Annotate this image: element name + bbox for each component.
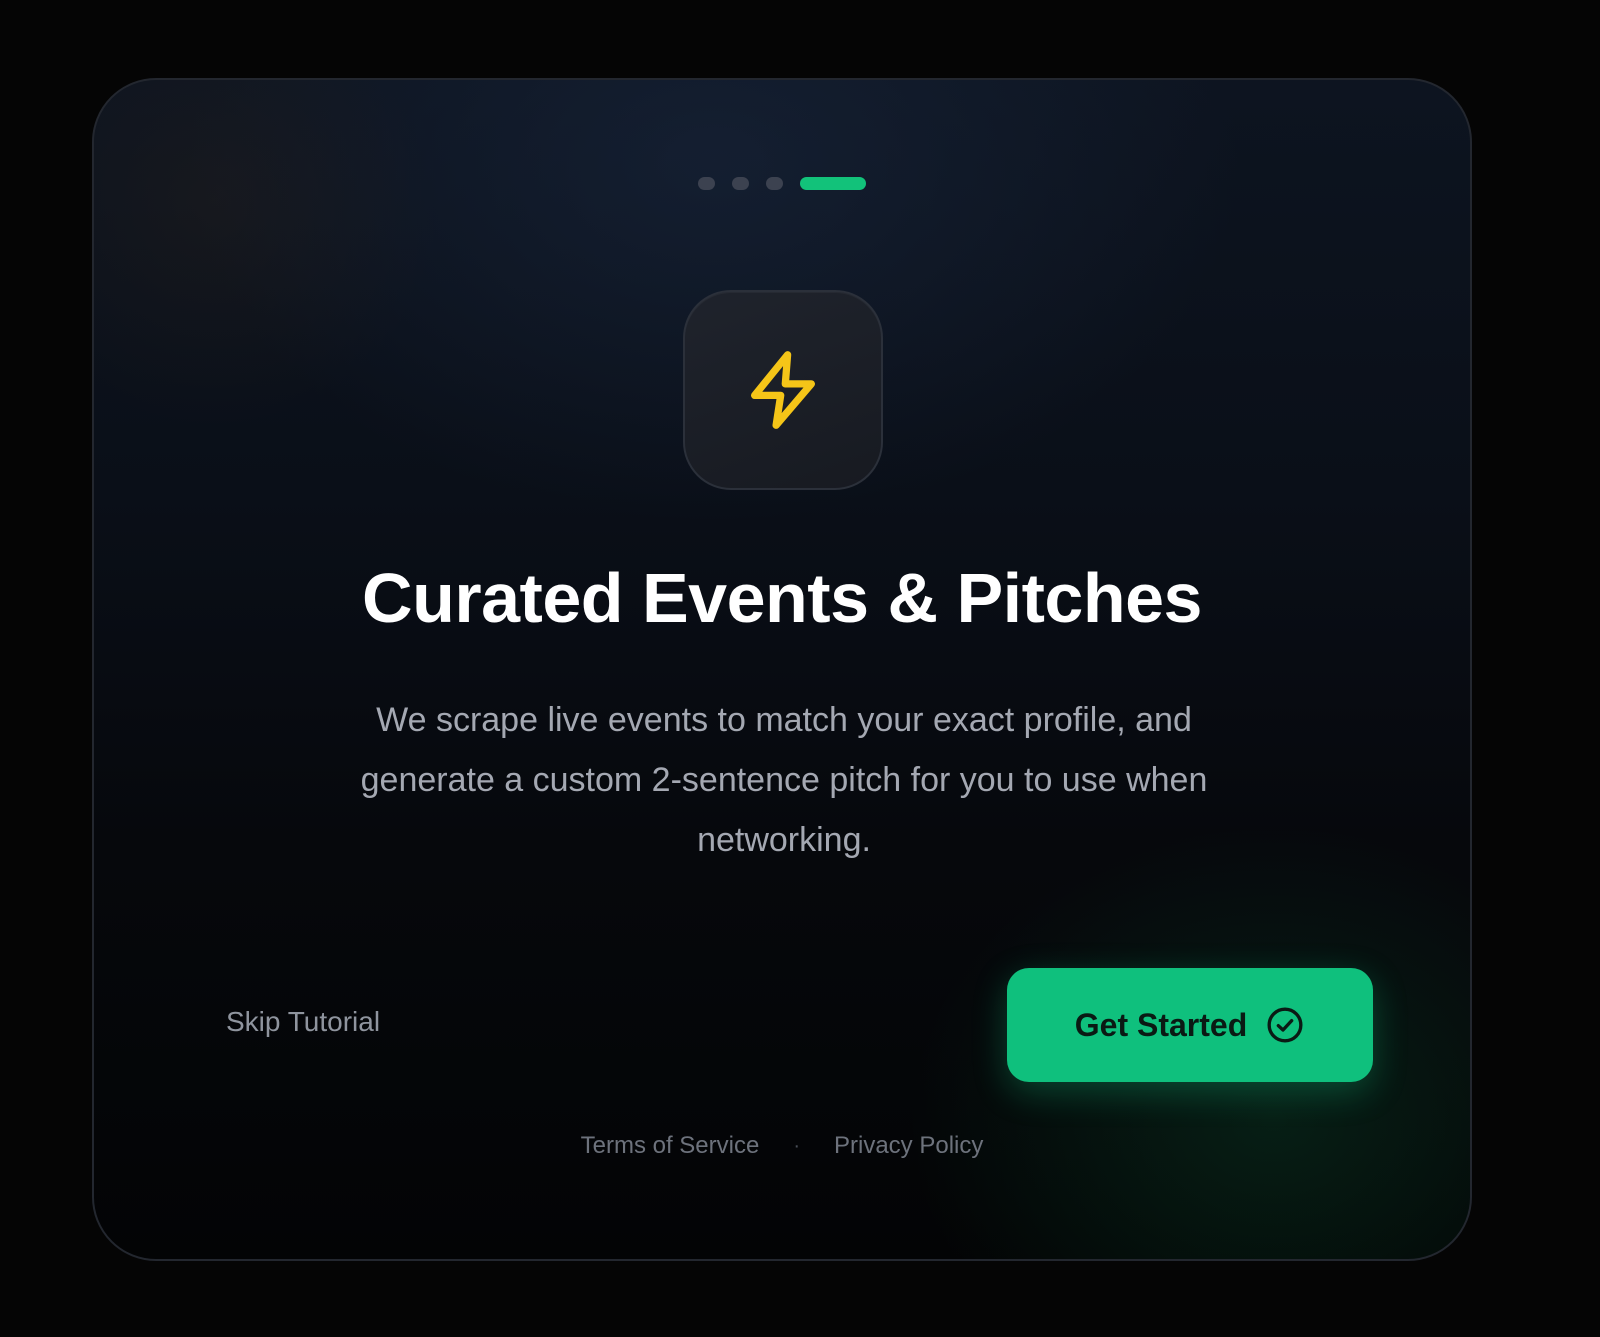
step-indicator xyxy=(94,176,1470,190)
step-dot-4-active[interactable] xyxy=(800,176,866,190)
feature-icon-tile xyxy=(683,290,883,490)
page-title: Curated Events & Pitches xyxy=(362,559,1202,637)
card-glow xyxy=(94,80,454,440)
step-dot-3[interactable] xyxy=(766,176,783,190)
feature-description: We scrape live events to match your exac… xyxy=(360,701,1208,859)
get-started-label: Get Started xyxy=(1074,1006,1248,1043)
privacy-policy-link[interactable]: Privacy Policy xyxy=(834,1132,983,1160)
legal-footer: Terms of Service · Privacy Policy xyxy=(94,1132,1470,1160)
step-dot-2[interactable] xyxy=(732,176,749,190)
step-dot-1[interactable] xyxy=(698,176,715,190)
terms-of-service-link[interactable]: Terms of Service xyxy=(581,1132,760,1160)
get-started-button[interactable]: Get Started xyxy=(1007,968,1373,1082)
lightning-bolt-icon xyxy=(750,351,816,429)
check-circle-icon xyxy=(1265,1005,1305,1045)
app-window: Curated Events & Pitches We scrape live … xyxy=(0,0,1600,1337)
skip-tutorial-button[interactable]: Skip Tutorial xyxy=(226,1006,380,1038)
onboarding-card: Curated Events & Pitches We scrape live … xyxy=(92,78,1472,1261)
footer-separator: · xyxy=(793,1134,800,1157)
